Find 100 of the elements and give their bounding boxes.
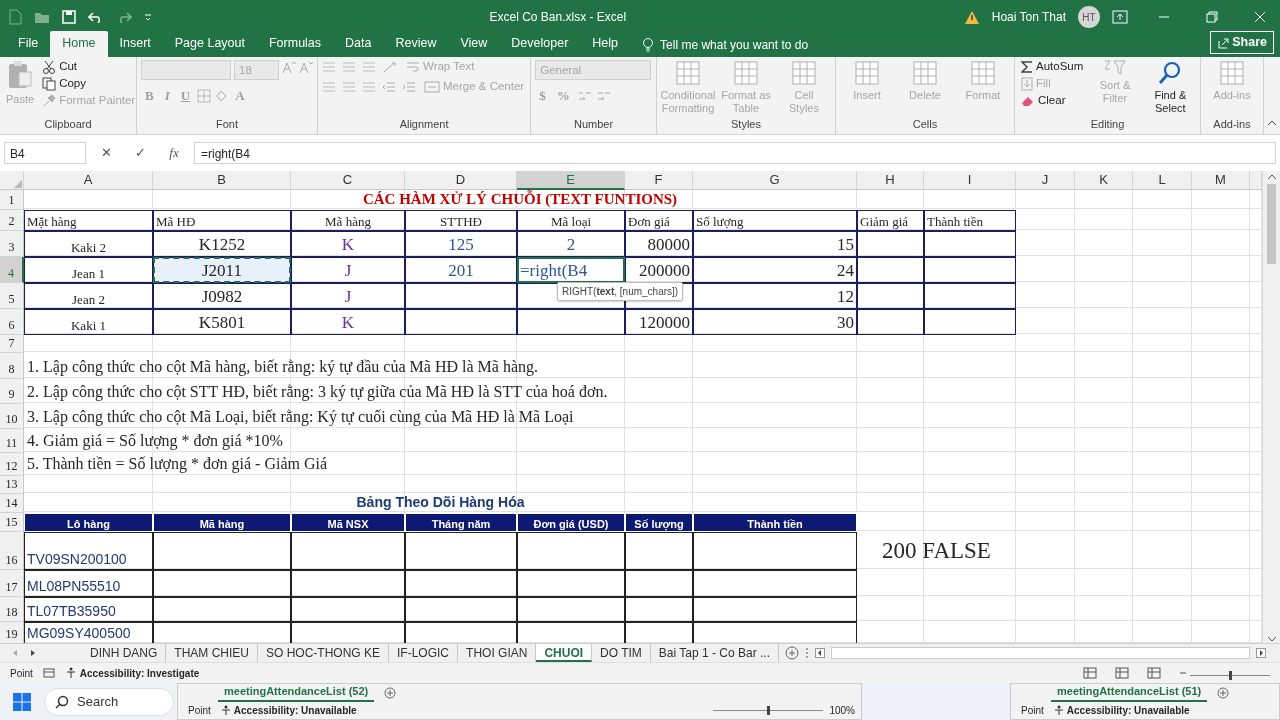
slider-thumb[interactable] [767, 705, 771, 715]
shrink-font-icon[interactable] [299, 60, 313, 74]
ribbon-tab[interactable]: Home [50, 31, 108, 57]
ribbon-command[interactable]: Copy [40, 77, 138, 91]
window-preview[interactable]: meetingAttendanceList (52) Point Accessibility: Unavailable 100% [177, 683, 862, 720]
align-bottom-icon[interactable] [362, 61, 376, 73]
ribbon-tab[interactable]: Developer [499, 31, 581, 57]
ribbon-tab[interactable]: Insert [107, 31, 163, 57]
formula-button[interactable]: ✓ [126, 141, 154, 164]
search-box[interactable]: Search [44, 687, 174, 716]
row-header[interactable]: 11 [0, 429, 24, 453]
row-header[interactable]: 3 [0, 231, 24, 257]
add-sheet-icon[interactable] [785, 646, 799, 660]
ribbon-display-icon[interactable] [1112, 10, 1128, 24]
user-avatar[interactable]: HT [1078, 6, 1100, 28]
decrease-indent-icon[interactable] [382, 80, 396, 93]
ribbon-command[interactable]: Cut [40, 60, 138, 74]
row-header[interactable]: 5 [0, 283, 24, 309]
accessibility-status[interactable]: Accessibility: Unavailable [220, 702, 357, 718]
customize-caret-icon[interactable] [144, 13, 152, 21]
horizontal-scrollbar[interactable] [831, 647, 1250, 659]
share-button[interactable]: Share [1210, 31, 1274, 54]
column-header[interactable]: K [1075, 171, 1133, 190]
row-header[interactable]: 4 [0, 257, 24, 283]
row-header[interactable]: 10 [0, 404, 24, 429]
window-preview[interactable]: meetingAttendanceList (51) Point Accessibility: Unavailable [1010, 683, 1280, 720]
increase-indent-icon[interactable] [402, 80, 416, 93]
fill-color-icon[interactable] [214, 88, 229, 103]
row-header[interactable]: 16 [0, 532, 24, 570]
orientation-icon[interactable] [382, 61, 398, 73]
row-header[interactable]: 6 [0, 309, 24, 335]
formula-button[interactable]: ✕ [92, 141, 120, 164]
column-header[interactable]: B [153, 171, 291, 190]
ribbon-tab[interactable]: Page Layout [162, 31, 257, 57]
row-header[interactable]: 18 [0, 597, 24, 622]
tell-me-search[interactable]: Tell me what you want to do [660, 36, 809, 54]
column-header[interactable]: D [405, 171, 517, 190]
column-header[interactable]: A [24, 171, 153, 190]
page-layout-icon[interactable] [1115, 667, 1129, 679]
collapse-ribbon-icon[interactable] [1267, 119, 1277, 126]
ribbon-tab[interactable]: Help [580, 31, 631, 57]
save-icon[interactable] [62, 10, 76, 24]
ribbon-tab[interactable]: Data [333, 31, 384, 57]
new-file-icon[interactable] [8, 9, 22, 25]
grow-font-icon[interactable] [282, 60, 296, 74]
formula-button[interactable]: fx [160, 141, 188, 164]
ribbon-command[interactable]: Clear [1019, 94, 1086, 108]
row-header[interactable]: 14 [0, 494, 24, 513]
select-all-button[interactable] [0, 171, 24, 190]
name-box[interactable]: B4 [4, 141, 86, 164]
scroll-right-icon[interactable] [1256, 648, 1266, 658]
ribbon-tab[interactable]: View [448, 31, 500, 57]
align-right-icon[interactable] [362, 80, 376, 93]
slider-thumb[interactable] [1229, 671, 1232, 680]
row-header[interactable]: 17 [0, 570, 24, 597]
folder-icon[interactable] [34, 10, 50, 24]
accessibility-status[interactable]: Accessibility: Investigate [64, 665, 200, 681]
warning-icon[interactable] [963, 10, 980, 24]
sheet-tab[interactable]: CHUOI [536, 644, 593, 662]
page-break-icon[interactable] [1147, 667, 1161, 679]
add-sheet-icon[interactable] [384, 686, 397, 699]
align-top-icon[interactable] [322, 61, 336, 73]
scroll-up-icon[interactable] [1266, 173, 1277, 181]
restore-icon[interactable] [1206, 11, 1218, 23]
align-center-icon[interactable] [342, 80, 356, 93]
formula-input[interactable]: =right(B4 [194, 141, 1276, 164]
normal-view-icon[interactable] [1083, 667, 1097, 679]
column-header[interactable]: I [924, 171, 1016, 190]
row-header[interactable]: 19 [0, 622, 24, 643]
prev-sheet-icon[interactable] [12, 649, 18, 657]
decrease-decimal-icon[interactable] [595, 89, 612, 102]
ribbon-command[interactable]: AutoSum [1019, 60, 1086, 74]
ribbon-tab[interactable]: Review [383, 31, 449, 57]
scroll-left-icon[interactable] [815, 648, 825, 658]
row-header[interactable]: 7 [0, 335, 24, 353]
scroll-down-icon[interactable] [1266, 635, 1277, 643]
column-header[interactable]: M [1192, 171, 1250, 190]
row-header[interactable]: 1 [0, 190, 24, 210]
scrollbar-thumb[interactable] [1267, 184, 1276, 264]
column-header[interactable]: F [625, 171, 693, 190]
row-header[interactable]: 2 [0, 210, 24, 231]
row-header[interactable]: 13 [0, 476, 24, 494]
row-header[interactable]: 12 [0, 453, 24, 476]
row-header[interactable]: 8 [0, 353, 24, 379]
sheet-tab[interactable]: meetingAttendanceList (51) [1051, 683, 1208, 702]
ribbon-command[interactable]: Find & Select [1144, 60, 1196, 116]
align-middle-icon[interactable] [342, 61, 356, 73]
font-name-field[interactable] [141, 60, 231, 80]
column-header[interactable]: H [857, 171, 924, 190]
close-icon[interactable] [1254, 11, 1266, 23]
ribbon-tab[interactable]: Formulas [256, 31, 334, 57]
column-header[interactable]: E [517, 171, 625, 190]
increase-decimal-icon[interactable] [576, 89, 593, 102]
sheet-tab[interactable]: meetingAttendanceList (52) [218, 683, 375, 702]
row-header[interactable]: 9 [0, 379, 24, 404]
zoom-out-icon[interactable] [1179, 669, 1187, 677]
row-header[interactable]: 15 [0, 513, 24, 532]
align-left-icon[interactable] [322, 80, 336, 93]
add-sheet-icon[interactable] [1217, 686, 1230, 699]
column-header[interactable]: G [693, 171, 857, 190]
